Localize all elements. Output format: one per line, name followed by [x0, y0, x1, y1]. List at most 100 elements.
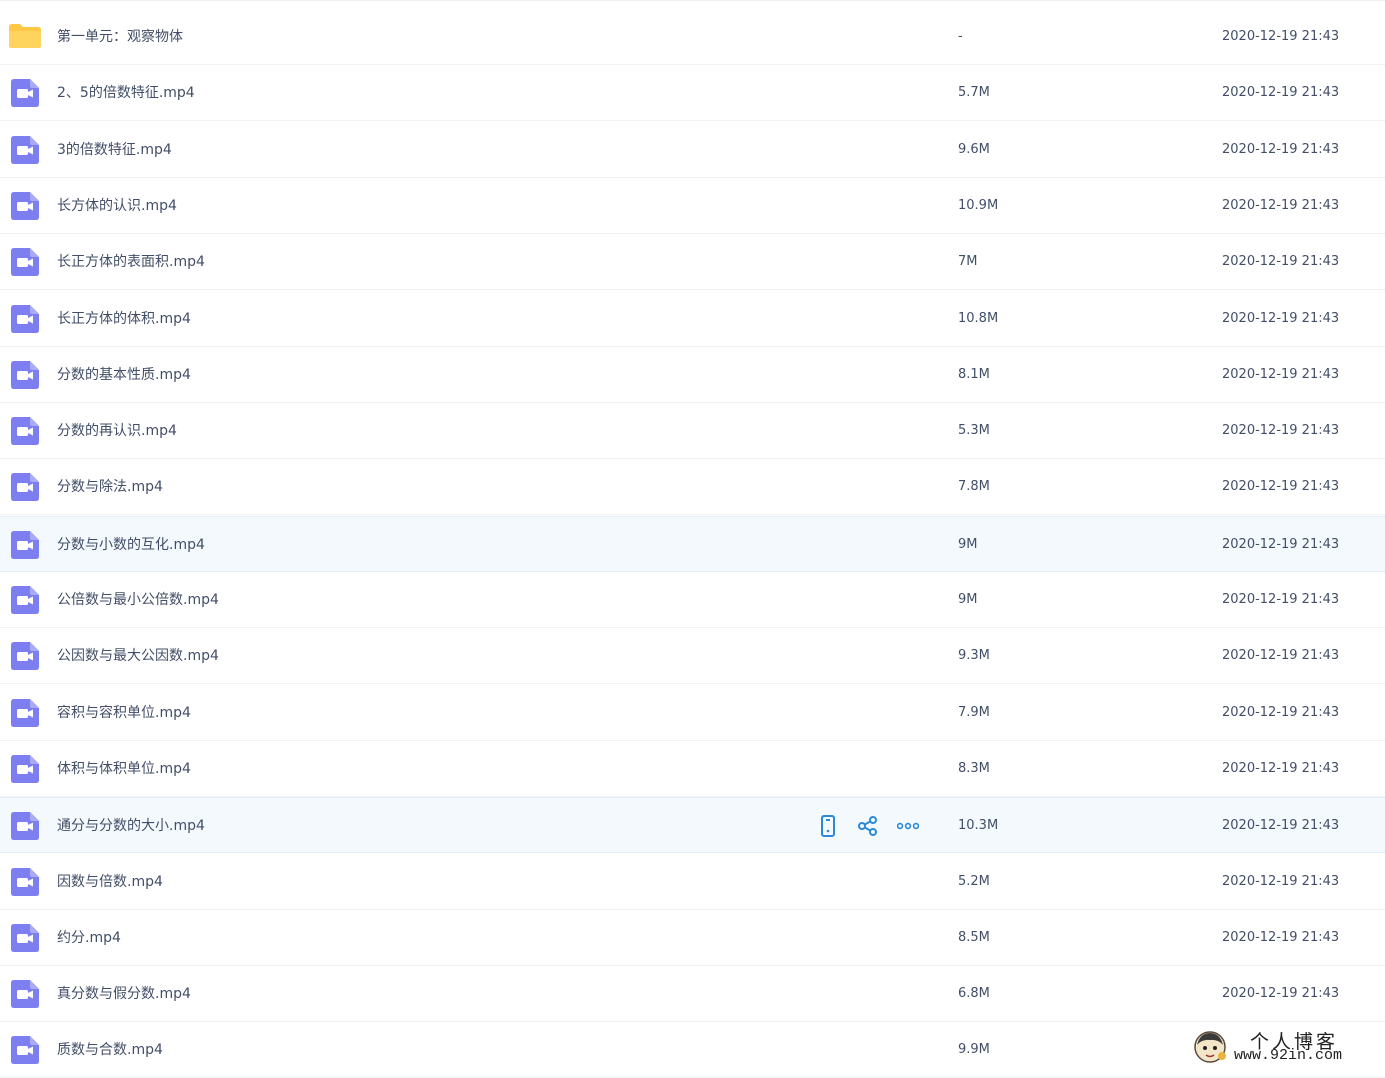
- file-row[interactable]: 约分.mp4 8.5M 2020-12-19 21:43: [0, 910, 1385, 966]
- file-size: 5.7M: [958, 85, 990, 101]
- file-name[interactable]: 公倍数与最小公倍数.mp4: [57, 572, 219, 628]
- file-name[interactable]: 公因数与最大公因数.mp4: [57, 628, 219, 684]
- file-row[interactable]: 分数的再认识.mp4 5.3M 2020-12-19 21:43: [0, 403, 1385, 460]
- video-file-icon: [11, 473, 39, 502]
- file-row[interactable]: 分数与小数的互化.mp4 9M 2020-12-19 21:43: [0, 515, 1385, 573]
- file-size: 9M: [958, 536, 978, 552]
- video-file-icon: [11, 923, 39, 952]
- file-date: 2020-12-19 21:43: [1222, 818, 1340, 834]
- file-size: -: [958, 29, 963, 44]
- file-row[interactable]: 分数的基本性质.mp4 8.1M 2020-12-19 21:43: [0, 347, 1385, 403]
- file-row[interactable]: 体积与体积单位.mp4 8.3M 2020-12-19 21:43: [0, 741, 1385, 797]
- video-file-icon: [11, 642, 39, 671]
- file-name[interactable]: 长正方体的体积.mp4: [57, 291, 191, 347]
- video-file-icon: [11, 586, 39, 614]
- file-name[interactable]: 分数的再认识.mp4: [57, 403, 177, 459]
- row-actions: [816, 814, 920, 838]
- file-date: 2020-12-19 21:43: [1222, 85, 1340, 101]
- file-row[interactable]: 长正方体的表面积.mp4 7M 2020-12-19 21:43: [0, 234, 1385, 291]
- file-name[interactable]: 因数与倍数.mp4: [57, 854, 163, 910]
- file-name[interactable]: 分数与小数的互化.mp4: [57, 517, 205, 573]
- file-size: 7.8M: [958, 479, 990, 495]
- file-name[interactable]: 通分与分数的大小.mp4: [57, 798, 205, 854]
- file-name[interactable]: 容积与容积单位.mp4: [57, 685, 191, 741]
- video-file-icon: [11, 698, 39, 727]
- file-row[interactable]: 公倍数与最小公倍数.mp4 9M 2020-12-19 21:43: [0, 572, 1385, 628]
- file-size: 6.8M: [958, 986, 990, 1002]
- file-row[interactable]: 2、5的倍数特征.mp4 5.7M 2020-12-19 21:43: [0, 65, 1385, 122]
- file-name[interactable]: 分数与除法.mp4: [57, 459, 163, 515]
- file-size: 8.3M: [958, 760, 990, 776]
- video-file-icon: [11, 530, 39, 559]
- file-name[interactable]: 真分数与假分数.mp4: [57, 966, 191, 1022]
- file-row[interactable]: 容积与容积单位.mp4 7.9M 2020-12-19 21:43: [0, 685, 1385, 741]
- video-file-icon: [11, 812, 39, 841]
- file-date: 2020-12-19 21:43: [1222, 29, 1340, 44]
- file-name[interactable]: 体积与体积单位.mp4: [57, 741, 191, 797]
- file-size: 9.6M: [958, 141, 990, 157]
- mascot-icon: [1194, 1031, 1226, 1063]
- file-size: 7.9M: [958, 704, 990, 720]
- folder-icon: [9, 24, 41, 48]
- video-file-icon: [11, 360, 39, 389]
- file-date: 2020-12-19 21:43: [1222, 197, 1340, 213]
- more-icon[interactable]: [896, 814, 920, 838]
- file-name[interactable]: 长方体的认识.mp4: [57, 178, 177, 234]
- file-size: 10.9M: [958, 197, 999, 213]
- video-file-icon: [11, 191, 39, 220]
- file-name[interactable]: 质数与合数.mp4: [57, 1022, 163, 1078]
- file-date: 2020-12-19 21:43: [1222, 310, 1340, 326]
- video-file-icon: [11, 135, 39, 164]
- file-date: 2020-12-19 21:43: [1222, 592, 1340, 607]
- file-row[interactable]: 长正方体的体积.mp4 10.8M 2020-12-19 21:43: [0, 291, 1385, 347]
- file-row[interactable]: 因数与倍数.mp4 5.2M 2020-12-19 21:43: [0, 854, 1385, 910]
- file-date: 2020-12-19 21:43: [1222, 141, 1340, 157]
- file-date: 2020-12-19 21:43: [1222, 479, 1340, 495]
- file-row[interactable]: 质数与合数.mp4 9.9M: [0, 1022, 1385, 1078]
- folder-row[interactable]: 第一单元：观察物体 - 2020-12-19 21:43: [0, 9, 1385, 65]
- file-size: 9.9M: [958, 1042, 990, 1058]
- video-file-icon: [11, 980, 39, 1009]
- file-size: 5.3M: [958, 423, 990, 439]
- file-date: 2020-12-19 21:43: [1222, 986, 1340, 1002]
- file-date: 2020-12-19 21:43: [1222, 704, 1340, 720]
- file-row[interactable]: 长方体的认识.mp4 10.9M 2020-12-19 21:43: [0, 178, 1385, 234]
- file-size: 9M: [958, 592, 978, 607]
- file-row[interactable]: 通分与分数的大小.mp4 10.3M 2020-12-19 21:43: [0, 797, 1385, 854]
- file-date: 2020-12-19 21:43: [1222, 760, 1340, 776]
- file-row[interactable]: 真分数与假分数.mp4 6.8M 2020-12-19 21:43: [0, 966, 1385, 1023]
- video-file-icon: [11, 304, 39, 333]
- file-date: 2020-12-19 21:43: [1222, 873, 1340, 889]
- file-size: 8.1M: [958, 366, 990, 382]
- file-date: 2020-12-19 21:43: [1222, 366, 1340, 382]
- file-date: 2020-12-19 21:43: [1222, 536, 1340, 552]
- file-row[interactable]: 公因数与最大公因数.mp4 9.3M 2020-12-19 21:43: [0, 628, 1385, 685]
- watermark: 个人博客 www.92in.com: [1190, 1025, 1385, 1069]
- file-name[interactable]: 2、5的倍数特征.mp4: [57, 65, 195, 121]
- file-date: 2020-12-19 21:43: [1222, 254, 1340, 270]
- file-size: 7M: [958, 254, 978, 270]
- file-name[interactable]: 约分.mp4: [57, 910, 121, 966]
- file-size: 9.3M: [958, 648, 990, 664]
- file-size: 10.8M: [958, 310, 999, 326]
- file-date: 2020-12-19 21:43: [1222, 423, 1340, 439]
- file-size: 5.2M: [958, 873, 990, 889]
- file-name[interactable]: 3的倍数特征.mp4: [57, 122, 172, 178]
- video-file-icon: [11, 79, 39, 108]
- file-row[interactable]: 分数与除法.mp4 7.8M 2020-12-19 21:43: [0, 459, 1385, 516]
- video-file-icon: [11, 1036, 39, 1065]
- file-row[interactable]: 3的倍数特征.mp4 9.6M 2020-12-19 21:43: [0, 122, 1385, 178]
- video-file-icon: [11, 754, 39, 783]
- file-name[interactable]: 第一单元：观察物体: [57, 9, 183, 65]
- file-name[interactable]: 长正方体的表面积.mp4: [57, 234, 205, 290]
- file-size: 10.3M: [958, 818, 999, 834]
- file-size: 8.5M: [958, 929, 990, 945]
- share-icon[interactable]: [856, 814, 880, 838]
- file-name[interactable]: 分数的基本性质.mp4: [57, 347, 191, 403]
- watermark-url: www.92in.com: [1234, 1047, 1343, 1064]
- file-list: 第一单元：观察物体 - 2020-12-19 21:43 2、5的倍数特征.mp4 5.…: [0, 0, 1385, 1078]
- phone-icon[interactable]: [816, 814, 840, 838]
- video-file-icon: [11, 417, 39, 446]
- video-file-icon: [11, 867, 39, 896]
- video-file-icon: [11, 248, 39, 277]
